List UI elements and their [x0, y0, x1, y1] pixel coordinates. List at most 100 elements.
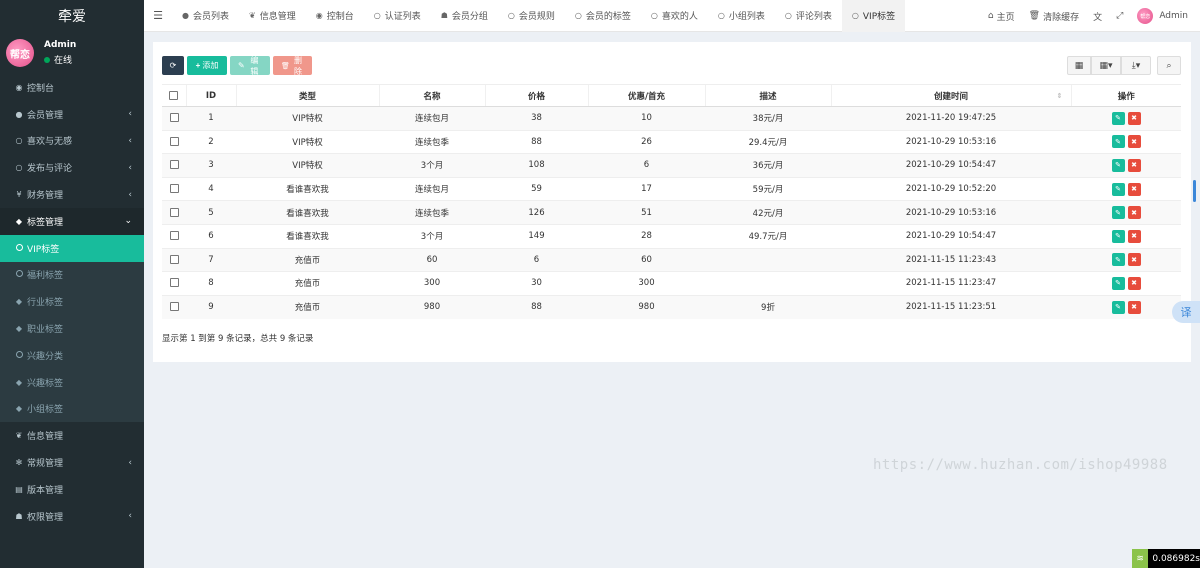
- row-checkbox[interactable]: [169, 184, 179, 194]
- row-edit-button[interactable]: ✎: [1111, 253, 1125, 267]
- row-checkbox[interactable]: [169, 302, 179, 312]
- row-checkbox[interactable]: [169, 113, 179, 123]
- row-edit-button[interactable]: ✎: [1111, 158, 1125, 172]
- tab[interactable]: ○ 喜欢的人: [641, 0, 708, 32]
- column-header[interactable]: 名称: [378, 84, 485, 107]
- row-checkbox[interactable]: [169, 136, 179, 146]
- table-row[interactable]: 8 充值币 300 30 300 2021-11-15 11:23:47 ✎ ✖: [162, 271, 1181, 296]
- row-edit-button[interactable]: ✎: [1111, 135, 1125, 149]
- menu-toggle-icon[interactable]: ☰: [144, 9, 172, 22]
- table-row[interactable]: 4 看谁喜欢我 连续包月 59 17 59元/月 2021-10-29 10:52:20 ✎ ✖: [162, 176, 1181, 201]
- table-row[interactable]: 5 看谁喜欢我 连续包季 126 51 42元/月 2021-10-29 10:53:16 ✎…: [162, 200, 1181, 225]
- row-checkbox[interactable]: [169, 231, 179, 241]
- sidebar-item[interactable]: ❦ 信息管理: [0, 422, 144, 449]
- fullscreen-icon[interactable]: ⤢: [1109, 11, 1130, 21]
- sidebar-item[interactable]: VIP标签: [0, 234, 144, 262]
- sidebar-item[interactable]: ◆ 小组标签: [0, 396, 144, 423]
- row-checkbox[interactable]: [169, 278, 179, 288]
- cell-desc: [705, 271, 831, 296]
- sidebar-item[interactable]: 兴趣分类: [0, 342, 144, 369]
- add-button[interactable]: + 添加: [187, 56, 227, 75]
- edit-button[interactable]: ✎ 编辑: [230, 56, 270, 76]
- row-edit-button[interactable]: ✎: [1111, 300, 1125, 314]
- table-row[interactable]: 9 充值币 980 88 980 9折 2021-11-15 11:23:51 ✎ ✖: [162, 294, 1181, 319]
- tab[interactable]: ○ 小组列表: [708, 0, 775, 32]
- table-header-row: ID 类型 名称 价格 优惠/首充 描述 创建时间 ⇕ 操作: [162, 84, 1181, 107]
- tab[interactable]: ○ 评论列表: [775, 0, 842, 32]
- row-delete-button[interactable]: ✖: [1127, 229, 1141, 243]
- row-edit-button[interactable]: ✎: [1111, 276, 1125, 290]
- group-icon: ☗: [440, 11, 448, 20]
- user-icon: ●: [182, 11, 189, 20]
- column-header[interactable]: 优惠/首充: [587, 84, 705, 107]
- sidebar-item[interactable]: 福利标签: [0, 262, 144, 289]
- column-header[interactable]: 类型: [235, 84, 379, 107]
- row-edit-button[interactable]: ✎: [1111, 182, 1125, 196]
- row-delete-button[interactable]: ✖: [1127, 182, 1141, 196]
- language-toggle-icon[interactable]: 文: [1086, 10, 1109, 23]
- row-delete-button[interactable]: ✖: [1127, 300, 1141, 314]
- sidebar-item[interactable]: ☗ 权限管理 ‹: [0, 503, 144, 530]
- delete-button[interactable]: 🗑 删除: [273, 56, 312, 76]
- avatar: 帮恋: [6, 39, 34, 67]
- table-row[interactable]: 3 VIP特权 3个月 108 6 36元/月 2021-10-29 10:54:47 ✎ ✖: [162, 153, 1181, 178]
- table-row[interactable]: 1 VIP特权 连续包月 38 10 38元/月 2021-11-20 19:47:25 ✎ ✖: [162, 106, 1181, 131]
- tab[interactable]: ☗ 会员分组: [431, 0, 498, 32]
- tab[interactable]: ❦ 信息管理: [239, 0, 306, 32]
- pencil-icon: ✎: [1115, 279, 1121, 288]
- row-delete-button[interactable]: ✖: [1127, 135, 1141, 149]
- translate-button[interactable]: 译: [1172, 301, 1200, 323]
- sidebar-item[interactable]: ✻ 常规管理 ‹: [0, 449, 144, 476]
- column-header[interactable]: 创建时间 ⇕: [830, 84, 1071, 107]
- sidebar-item[interactable]: ◆ 标签管理 ⌄: [0, 207, 144, 235]
- column-header[interactable]: 价格: [484, 84, 588, 107]
- tab[interactable]: ○ 会员规则: [498, 0, 565, 32]
- brand-title[interactable]: 牵爱: [0, 0, 144, 32]
- row-delete-button[interactable]: ✖: [1127, 158, 1141, 172]
- tab[interactable]: ● 会员列表: [172, 0, 239, 32]
- sidebar-item[interactable]: ○ 发布与评论 ‹: [0, 154, 144, 181]
- row-checkbox[interactable]: [169, 254, 179, 264]
- row-checkbox[interactable]: [169, 207, 179, 217]
- row-delete-button[interactable]: ✖: [1127, 253, 1141, 267]
- column-header[interactable]: 操作: [1070, 84, 1181, 107]
- toggle-view-button[interactable]: ▦: [1067, 56, 1091, 75]
- sidebar-item-label: 会员管理: [27, 110, 64, 121]
- sidebar-item-label: 福利标签: [27, 271, 64, 282]
- sidebar-item[interactable]: ◆ 行业标签: [0, 288, 144, 315]
- circle-icon: ○: [373, 11, 381, 20]
- clear-cache-button[interactable]: 🗑 清除缓存: [1022, 10, 1086, 23]
- sidebar-item[interactable]: ● 会员管理 ‹: [0, 101, 144, 128]
- refresh-button[interactable]: ⟳: [162, 56, 184, 75]
- select-all-checkbox[interactable]: [169, 90, 179, 100]
- sidebar-item[interactable]: ▤ 版本管理: [0, 476, 144, 503]
- sort-icon[interactable]: ⇕: [1057, 92, 1063, 100]
- row-edit-button[interactable]: ✎: [1111, 111, 1125, 125]
- table-row[interactable]: 6 看谁喜欢我 3个月 149 28 49.7元/月 2021-10-29 10:54:47…: [162, 223, 1181, 249]
- columns-button[interactable]: ▦▾: [1091, 56, 1121, 75]
- tab[interactable]: ○ 认证列表: [364, 0, 431, 32]
- sidebar-item[interactable]: ◉ 控制台: [0, 74, 144, 101]
- column-header[interactable]: 描述: [704, 84, 831, 107]
- admin-menu[interactable]: 帮恋 Admin: [1130, 8, 1200, 24]
- row-checkbox[interactable]: [169, 160, 179, 170]
- tab[interactable]: ○ VIP标签: [841, 0, 906, 32]
- column-header[interactable]: ID: [185, 84, 236, 107]
- sidebar-item[interactable]: ○ 喜欢与无感 ‹: [0, 128, 144, 155]
- sidebar-item[interactable]: ¥ 财务管理 ‹: [0, 181, 144, 208]
- row-edit-button[interactable]: ✎: [1111, 206, 1125, 220]
- home-link[interactable]: ⌂ 主页: [981, 10, 1022, 23]
- row-delete-button[interactable]: ✖: [1127, 206, 1141, 220]
- tab[interactable]: ○ 会员的标签: [565, 0, 641, 32]
- view-tools: ▦ ▦▾ ⤓▾: [1067, 56, 1151, 75]
- table-row[interactable]: 2 VIP特权 连续包季 88 26 29.4元/月 2021-10-29 10:53:16…: [162, 129, 1181, 154]
- sidebar-item[interactable]: ◆ 兴趣标签: [0, 369, 144, 396]
- search-button[interactable]: ⌕: [1157, 56, 1181, 75]
- row-edit-button[interactable]: ✎: [1111, 229, 1125, 243]
- row-delete-button[interactable]: ✖: [1127, 111, 1141, 125]
- table-row[interactable]: 7 充值币 60 6 60 2021-11-15 11:23:43 ✎ ✖: [162, 247, 1181, 272]
- tab[interactable]: ◉ 控制台: [306, 0, 364, 32]
- row-delete-button[interactable]: ✖: [1127, 276, 1141, 290]
- sidebar-item[interactable]: ◆ 职业标签: [0, 315, 144, 342]
- export-button[interactable]: ⤓▾: [1121, 56, 1151, 75]
